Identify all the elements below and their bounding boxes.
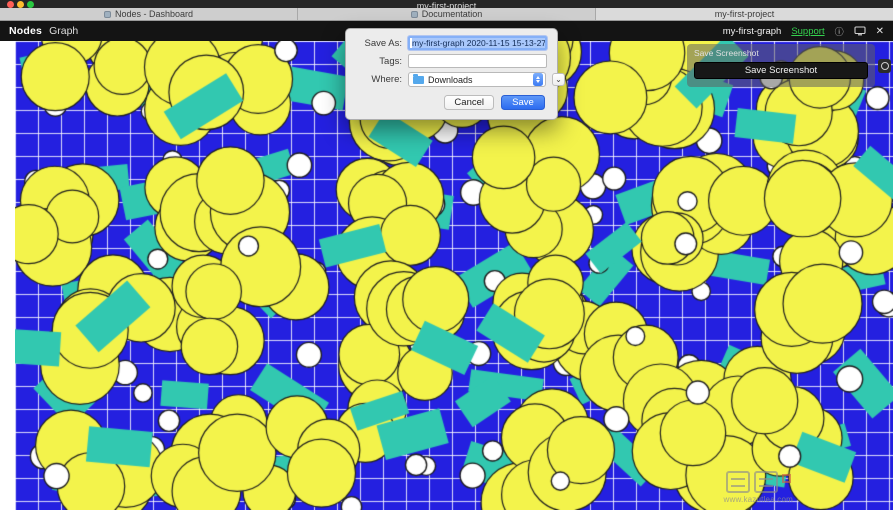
app-name: Nodes <box>9 25 43 37</box>
dialog-buttons: Cancel Save <box>356 95 547 110</box>
save-as-label: Save As: <box>364 37 403 49</box>
where-value: Downloads <box>428 74 473 85</box>
tab-documentation[interactable]: Documentation <box>298 8 596 20</box>
where-select[interactable]: Downloads <box>408 72 546 87</box>
tab-favicon-icon <box>103 10 111 18</box>
save-dialog: Save As: my-first-graph 2020-11-15 15-13… <box>345 28 565 120</box>
folder-icon <box>413 73 424 84</box>
filename-input[interactable]: my-first-graph 2020-11-15 15-13-27.png <box>408 36 547 50</box>
tab-label: Documentation <box>421 9 483 19</box>
filename-selected-text: my-first-graph 2020-11-15 15-13-27.png <box>412 38 545 48</box>
view-name: Graph <box>49 25 79 37</box>
tab-nodes-dashboard[interactable]: Nodes - Dashboard <box>0 8 298 20</box>
support-link[interactable]: Support <box>791 26 824 37</box>
camera-icon[interactable] <box>878 59 891 73</box>
tab-bar: Nodes - Dashboard Documentation my-first… <box>0 8 893 21</box>
tab-label: Nodes - Dashboard <box>114 9 194 19</box>
watermark: www.kazutlea.com <box>724 471 793 504</box>
tab-favicon-icon <box>410 10 418 18</box>
window-title: my-first-project <box>416 1 477 8</box>
close-icon[interactable]: ✕ <box>876 26 884 37</box>
chevron-down-icon[interactable]: ⌄ <box>552 73 565 86</box>
save-screenshot-panel: Save Screenshot Save Screenshot <box>687 44 875 87</box>
save-button[interactable]: Save <box>501 95 545 110</box>
tab-my-first-project[interactable]: my-first-project <box>596 8 893 20</box>
watermark-url: www.kazutlea.com <box>723 495 793 504</box>
header-right: my-first-graph Support ⓘ ✕ <box>723 25 884 38</box>
tab-label: my-first-project <box>714 9 775 19</box>
where-controls: Downloads ⌄ <box>408 72 565 87</box>
app-window: my-first-project Nodes - Dashboard Docum… <box>0 0 893 510</box>
watermark-logo <box>724 471 793 493</box>
display-icon[interactable] <box>854 26 866 36</box>
cancel-button[interactable]: Cancel <box>444 95 494 110</box>
tags-input[interactable] <box>408 54 547 68</box>
stepper-icon[interactable] <box>533 73 543 86</box>
tags-label: Tags: <box>379 55 402 67</box>
panel-title: Save Screenshot <box>694 48 759 58</box>
info-icon[interactable]: ⓘ <box>835 25 844 38</box>
window-titlebar: my-first-project <box>0 0 893 8</box>
save-screenshot-button[interactable]: Save Screenshot <box>694 62 868 79</box>
graph-name: my-first-graph <box>722 25 782 37</box>
where-label: Where: <box>371 74 402 85</box>
